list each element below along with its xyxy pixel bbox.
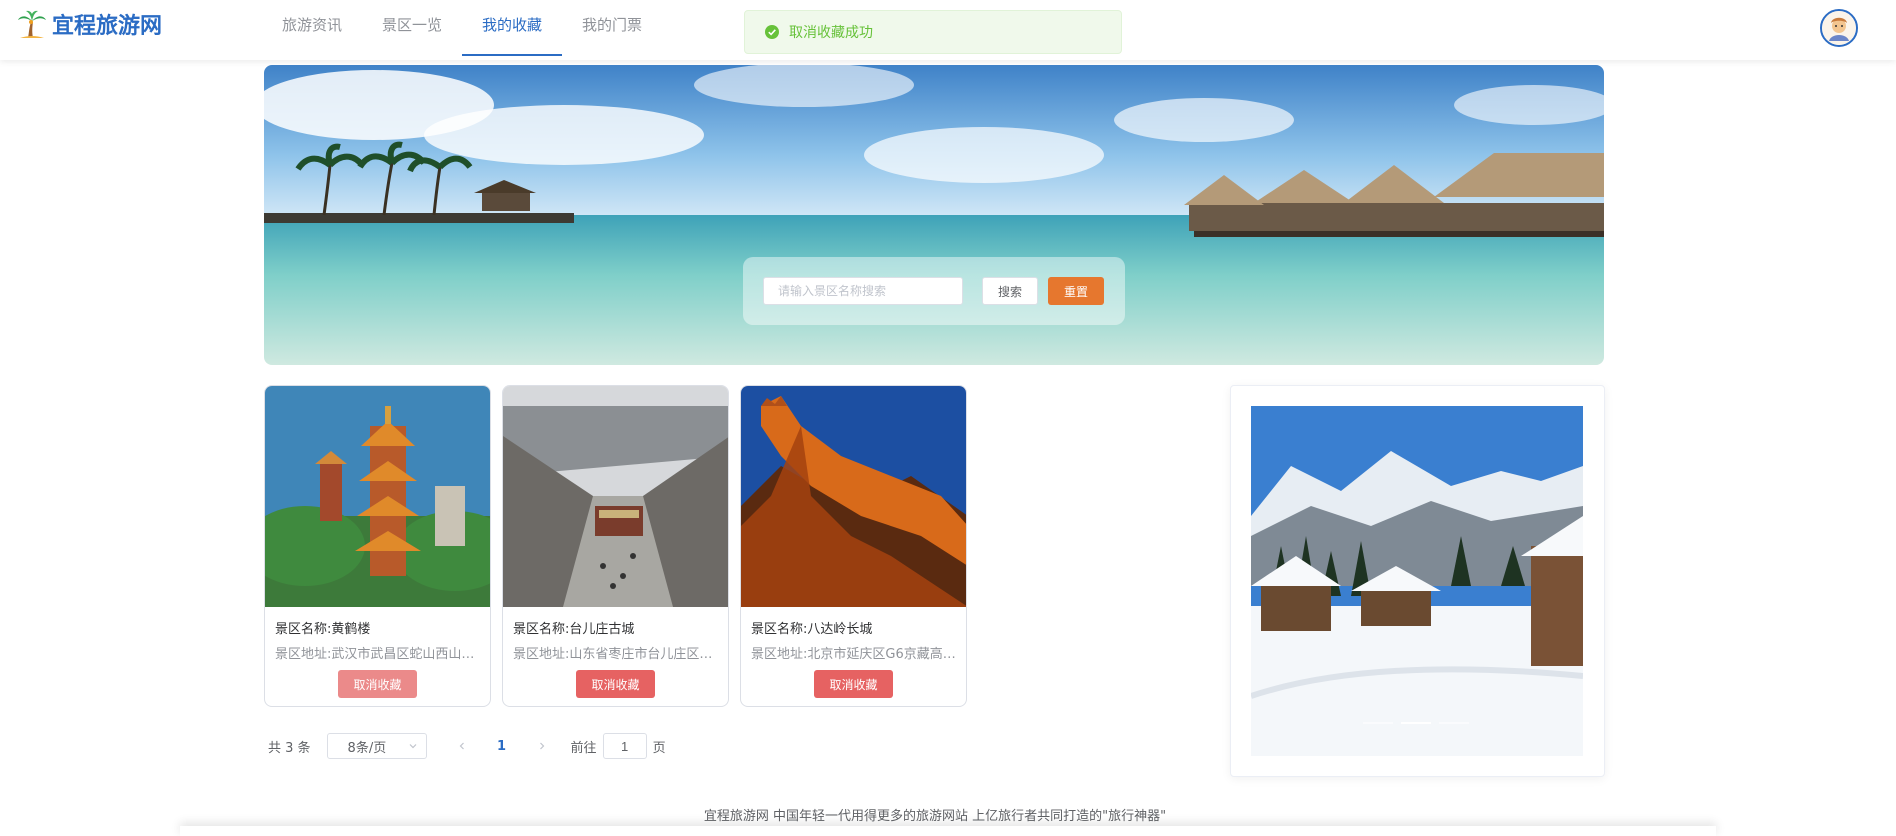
carousel-dot[interactable] [1401,722,1431,724]
favorite-card: 景区名称:八达岭长城 景区地址:北京市延庆区G6京藏高速58号出口 取消收藏 [740,385,967,707]
footer-text: 宜程旅游网 中国年轻一代用得更多的旅游网站 上亿旅行者共同打造的"旅行神器" [703,809,1167,824]
unfavorite-button[interactable]: 取消收藏 [338,670,417,698]
taierzhuang-old-town-image[interactable] [503,386,729,607]
chevron-down-icon [409,744,416,749]
unfavorite-button[interactable]: 取消收藏 [814,670,893,698]
goto-suffix: 页 [652,740,666,756]
nav-item-scenic-list[interactable]: 景区一览 [362,0,462,56]
pagination: 共 3 条 8条/页 1 前往 页 [268,732,666,760]
next-page-button[interactable] [527,741,557,751]
pagination-total: 共 3 条 [268,740,311,756]
search-button[interactable]: 搜索 [982,277,1038,305]
page-number[interactable]: 1 [487,739,517,754]
favorite-card: 景区名称:台儿庄古城 景区地址:山东省枣庄市台儿庄区古城 取消收藏 [502,385,729,707]
success-toast: 取消收藏成功 [744,10,1122,54]
search-panel: 搜索 重置 [743,257,1125,325]
page-size-value: 8条/页 [347,740,387,756]
goto-prefix: 前往 [570,740,597,756]
check-circle-icon [765,25,779,39]
unfavorite-button[interactable]: 取消收藏 [576,670,655,698]
prev-page-button[interactable] [447,741,477,751]
app-name: 宜程旅游网 [52,14,163,39]
snow-village-image [1251,406,1583,756]
card-name: 景区名称:黄鹤楼 [275,622,371,637]
nav-item-my-favorites[interactable]: 我的收藏 [462,0,563,56]
carousel-indicators [1359,722,1473,724]
chevron-right-icon [539,742,544,750]
card-address: 景区地址:北京市延庆区G6京藏高速58号出口 [751,647,956,662]
logo[interactable]: 宜程旅游网 [16,8,162,40]
toast-message: 取消收藏成功 [789,25,873,41]
carousel-dot[interactable] [1439,722,1469,724]
yellow-crane-tower-image[interactable] [265,386,491,607]
page-size-select[interactable]: 8条/页 [326,733,427,759]
nav-item-travel-news[interactable]: 旅游资讯 [262,0,362,56]
reset-button[interactable]: 重置 [1048,277,1104,305]
card-name: 景区名称:八达岭长城 [751,622,873,637]
palm-tree-icon [18,10,46,38]
card-name: 景区名称:台儿庄古城 [513,622,635,637]
badaling-great-wall-image[interactable] [741,386,967,607]
chevron-left-icon [459,742,464,750]
favorite-card: 景区名称:黄鹤楼 景区地址:武汉市武昌区蛇山西山坡特1号 取消收藏 [264,385,491,707]
nav-item-my-tickets[interactable]: 我的门票 [562,0,662,56]
carousel-slide[interactable] [1251,406,1583,756]
card-address: 景区地址:武汉市武昌区蛇山西山坡特1号 [275,647,480,662]
user-avatar[interactable] [1820,9,1858,47]
card-address: 景区地址:山东省枣庄市台儿庄区古城 [513,647,718,662]
search-input[interactable] [763,277,963,305]
footer-bar [180,826,1716,836]
main-nav: 旅游资讯 景区一览 我的收藏 我的门票 [262,0,662,56]
carousel-dot[interactable] [1363,722,1393,724]
avatar-image [1822,11,1856,45]
recommend-carousel [1230,385,1605,777]
goto-page-input[interactable] [602,733,647,759]
